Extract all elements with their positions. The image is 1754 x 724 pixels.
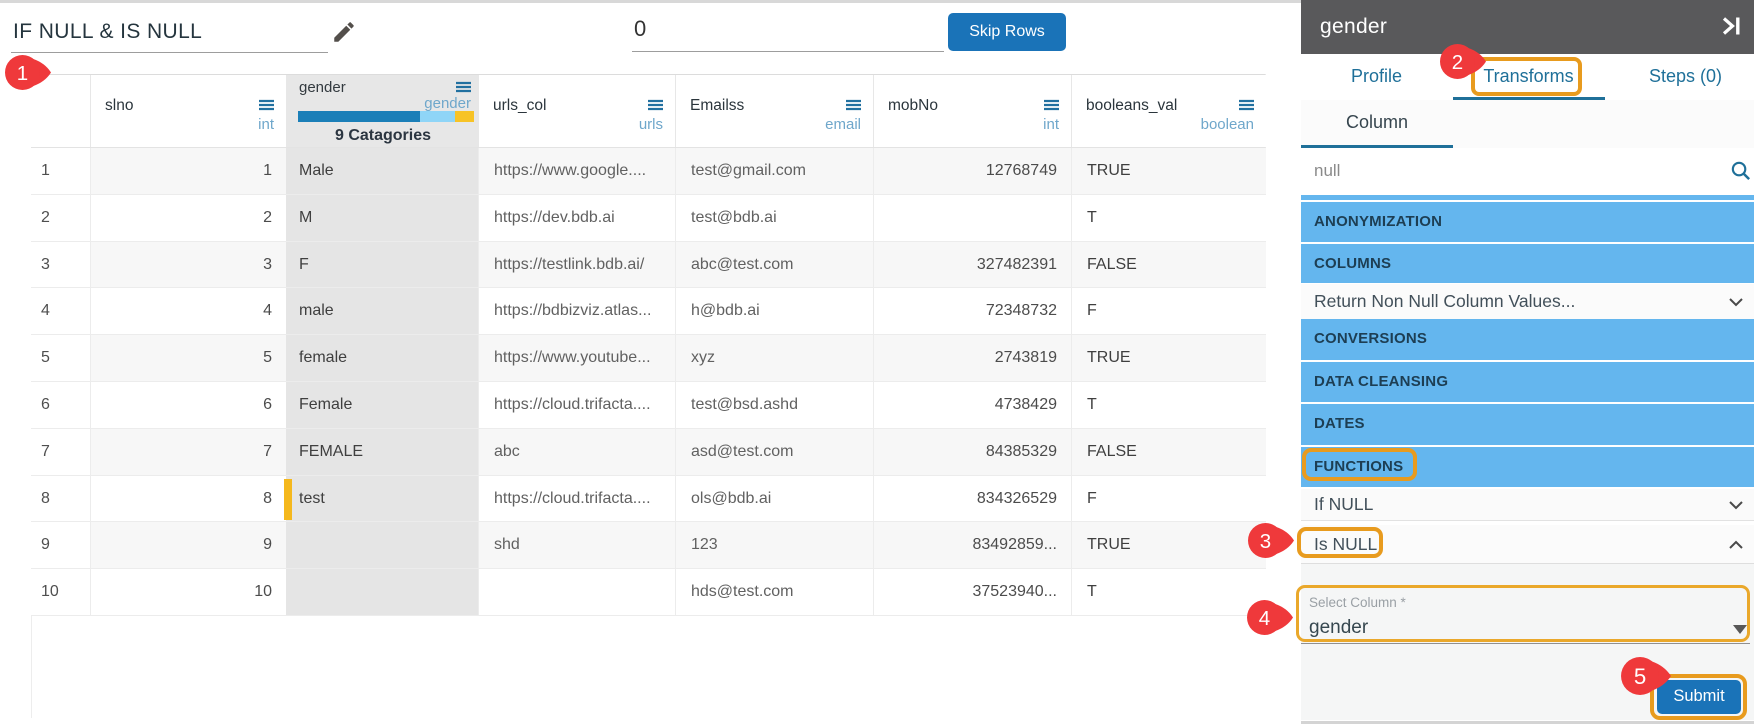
svg-text:1: 1: [17, 62, 28, 85]
svg-text:3: 3: [1259, 530, 1270, 553]
svg-text:4: 4: [1258, 607, 1269, 630]
svg-text:2: 2: [1451, 51, 1462, 74]
svg-text:5: 5: [1634, 664, 1646, 689]
